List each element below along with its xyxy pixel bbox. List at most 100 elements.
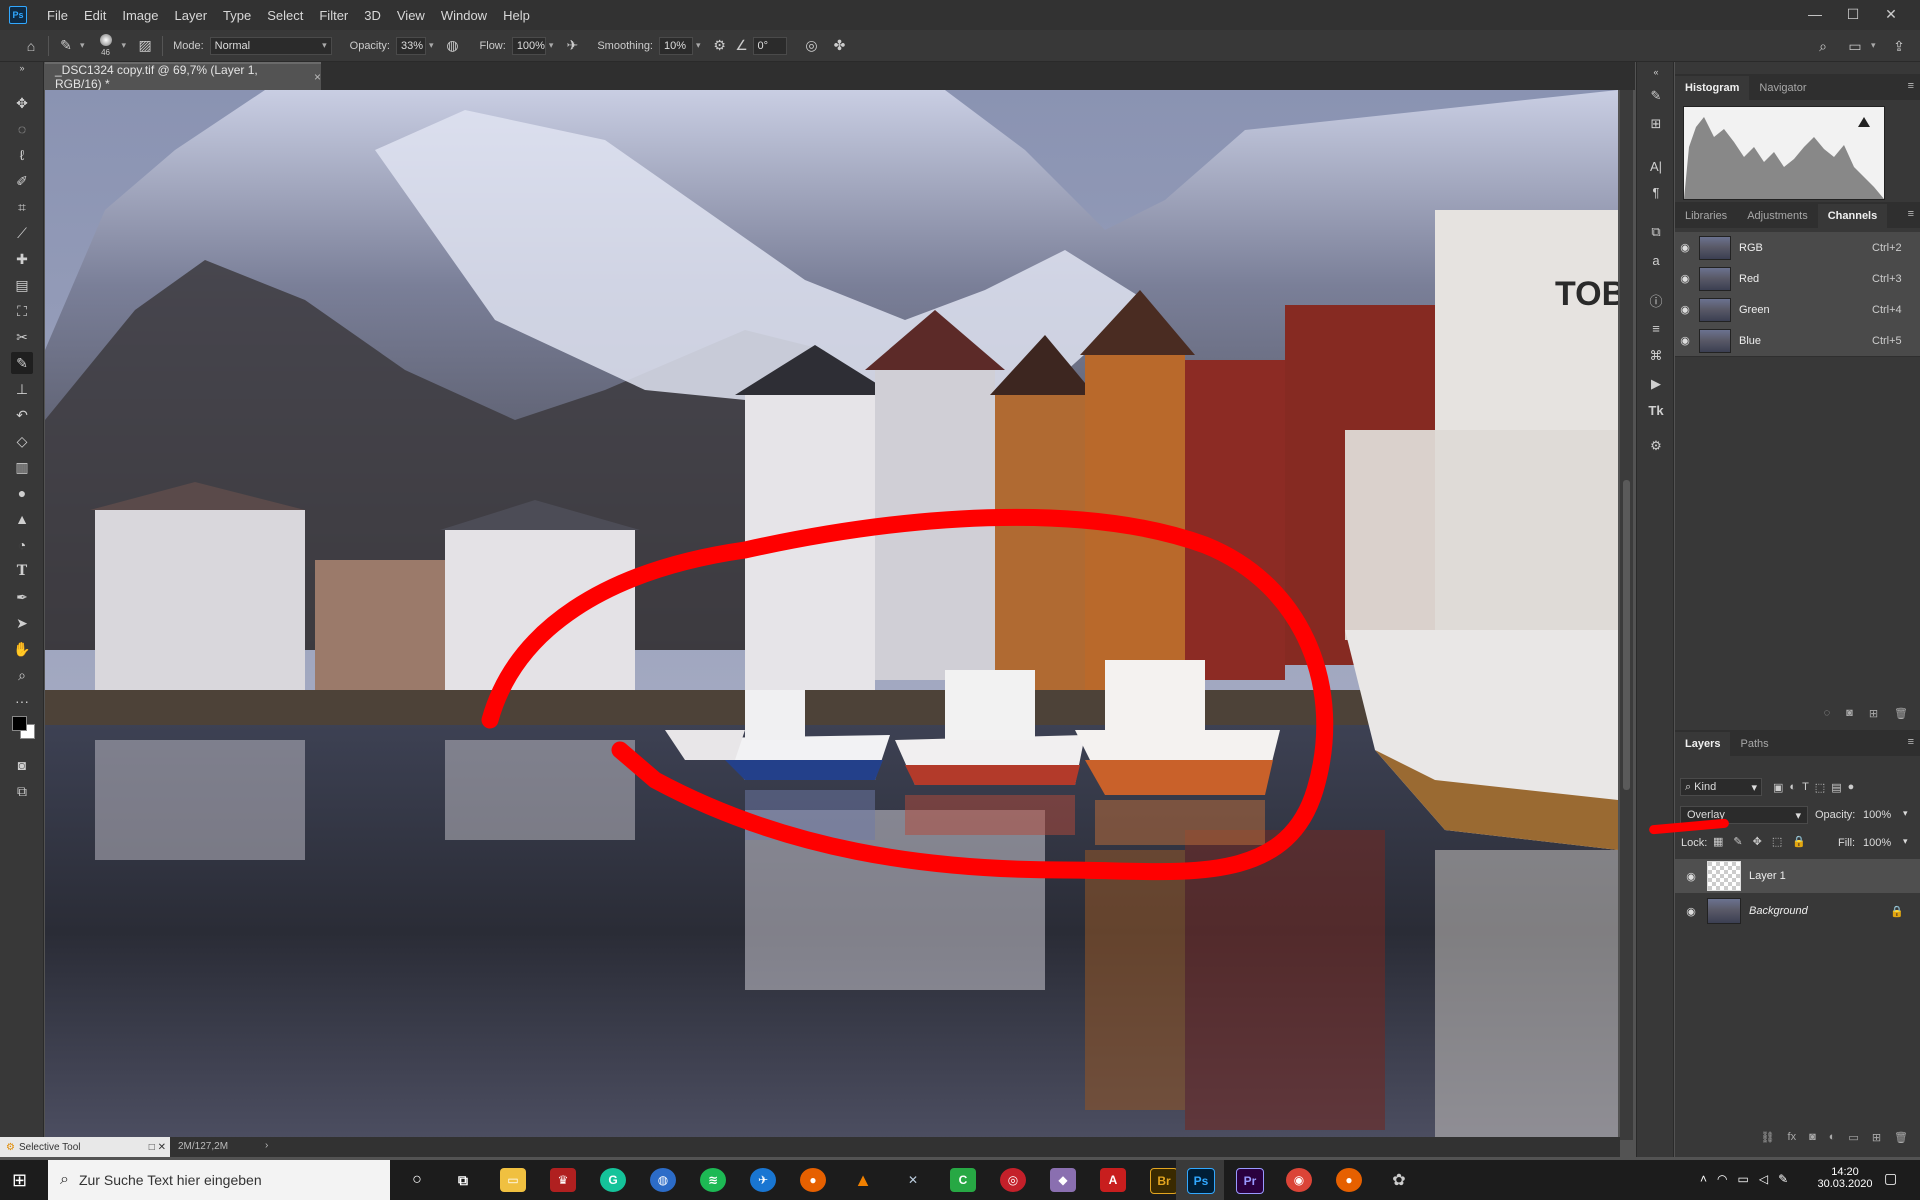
sharpen-tool-icon[interactable]: ▲ — [11, 508, 33, 530]
smoothing-input[interactable]: 10% — [659, 36, 693, 55]
panel-menu-icon[interactable]: ≡ — [1908, 80, 1914, 92]
panel-menu-icon[interactable]: ≡ — [1908, 208, 1914, 220]
lasso-tool-icon[interactable]: ℓ — [11, 144, 33, 166]
tab-adjustments[interactable]: Adjustments — [1737, 204, 1818, 228]
chevron-down-icon[interactable]: ▾ — [696, 40, 701, 51]
properties-icon[interactable]: ≡ — [1646, 318, 1666, 338]
move-tool-icon[interactable]: ✥ — [11, 92, 33, 114]
menu-type[interactable]: Type — [215, 8, 259, 23]
spot-healing-tool-icon[interactable]: ✚ — [11, 248, 33, 270]
colors-icon[interactable] — [11, 716, 35, 739]
eye-icon[interactable]: ◉ — [1675, 241, 1695, 254]
channel-row-rgb[interactable]: ◉ RGB Ctrl+2 — [1675, 232, 1920, 264]
home-icon[interactable]: ⌂ — [20, 35, 42, 57]
channel-row-green[interactable]: ◉ Green Ctrl+4 — [1675, 294, 1920, 326]
grammarly-icon[interactable]: G — [600, 1168, 626, 1192]
menu-view[interactable]: View — [389, 8, 433, 23]
brush-settings-icon[interactable]: ▨ — [134, 35, 156, 57]
eye-icon[interactable]: ◉ — [1675, 303, 1695, 316]
brush-size-picker[interactable]: 46 — [93, 32, 119, 60]
lock-artboard-icon[interactable]: ⬚ — [1772, 835, 1782, 848]
delete-layer-icon[interactable]: 🗑 — [1894, 1131, 1908, 1144]
symmetry-icon[interactable]: ✤ — [829, 35, 851, 57]
clone-stamp-tool-icon[interactable]: ⊥ — [11, 378, 33, 400]
chevron-down-icon[interactable]: ▾ — [80, 40, 85, 51]
channel-row-blue[interactable]: ◉ Blue Ctrl+5 — [1675, 325, 1920, 357]
mode-select[interactable]: Normal ▾ — [209, 36, 332, 55]
windows-start-icon[interactable]: ⊞ — [12, 1170, 34, 1192]
app-icon[interactable]: ✈ — [750, 1168, 776, 1192]
collapse-arrows-icon[interactable]: » — [11, 62, 33, 74]
menu-select[interactable]: Select — [259, 8, 311, 23]
lock-pixels-icon[interactable]: ✎ — [1733, 835, 1742, 848]
eye-icon[interactable]: ◉ — [1681, 870, 1701, 883]
crop-tool-icon[interactable]: ⌗ — [11, 196, 33, 218]
airbrush-icon[interactable]: ✈ — [561, 35, 583, 57]
tooltip-close-icon[interactable]: □ ✕ — [149, 1142, 166, 1153]
notifications-icon[interactable]: ▢ — [1884, 1170, 1906, 1192]
collapse-arrows-icon[interactable]: « — [1646, 62, 1666, 82]
pixel-filter-icon[interactable]: ▣ — [1773, 781, 1783, 794]
lock-all-icon[interactable]: 🔒 — [1792, 835, 1806, 848]
menu-image[interactable]: Image — [114, 8, 166, 23]
chevron-down-icon[interactable]: ▾ — [1903, 808, 1908, 819]
search-icon[interactable]: ⌕ — [1812, 35, 1834, 57]
red-eye-tool-icon[interactable]: ✂ — [11, 326, 33, 348]
network-icon[interactable]: ◠ — [1717, 1172, 1727, 1188]
task-view-icon[interactable]: ⧉ — [450, 1168, 476, 1192]
tab-layers[interactable]: Layers — [1675, 732, 1731, 756]
bridge-icon[interactable]: Br — [1150, 1168, 1178, 1194]
zoom-tool-icon[interactable]: ⌕ — [11, 664, 33, 686]
tab-channels[interactable]: Channels — [1817, 204, 1888, 228]
tab-navigator[interactable]: Navigator — [1749, 76, 1816, 100]
brush-preset-icon[interactable]: ✎ — [55, 35, 77, 57]
plugin-panel-icon[interactable]: ⚙ — [1646, 436, 1666, 456]
app-icon[interactable]: ✿ — [1386, 1168, 1412, 1192]
brush-panel-icon[interactable]: ✎ — [1646, 86, 1666, 106]
bandage-tool-icon[interactable]: ▤ — [11, 274, 33, 296]
gear-icon[interactable]: ⚙ — [709, 35, 731, 57]
lock-icon[interactable]: 🔒 — [1890, 905, 1904, 918]
chevron-down-icon[interactable]: ▾ — [122, 40, 127, 51]
quick-mask-icon[interactable]: ◙ — [11, 754, 33, 776]
close-icon[interactable]: ✕ — [1876, 4, 1906, 24]
firefox-icon[interactable]: ● — [1336, 1168, 1362, 1192]
tab-libraries[interactable]: Libraries — [1675, 204, 1737, 228]
marquee-tool-icon[interactable]: ◌ — [11, 118, 33, 140]
spotify-icon[interactable]: ≋ — [700, 1168, 726, 1192]
info-icon[interactable]: ⓘ — [1646, 290, 1666, 310]
menu-file[interactable]: File — [39, 8, 76, 23]
tk-plugin-icon[interactable]: Tk — [1646, 400, 1666, 420]
eye-icon[interactable]: ◉ — [1681, 905, 1701, 918]
paragraph-panel-icon[interactable]: ¶ — [1646, 182, 1666, 202]
chevron-down-icon[interactable]: ▾ — [549, 40, 554, 51]
chevron-up-icon[interactable]: ˄ — [1700, 1172, 1707, 1188]
chevron-down-icon[interactable]: ▾ — [1871, 40, 1876, 51]
menu-filter[interactable]: Filter — [311, 8, 356, 23]
layer-comps-icon[interactable]: ⧉ — [1646, 222, 1666, 242]
menu-help[interactable]: Help — [495, 8, 538, 23]
workspace-icon[interactable]: ▭ — [1844, 35, 1866, 57]
minimize-icon[interactable]: — — [1800, 4, 1830, 24]
app-icon[interactable]: ♛ — [550, 1168, 576, 1192]
volume-icon[interactable]: ◁ — [1759, 1172, 1768, 1188]
close-tab-icon[interactable]: × — [314, 70, 321, 84]
save-selection-icon[interactable]: ◙ — [1846, 707, 1853, 719]
file-explorer-icon[interactable]: ▭ — [500, 1168, 526, 1192]
gradient-tool-icon[interactable]: ▥ — [11, 456, 33, 478]
share-icon[interactable]: ⇪ — [1888, 35, 1910, 57]
eyedropper-tool-icon[interactable]: ⟋ — [11, 222, 33, 244]
tab-histogram[interactable]: Histogram — [1675, 76, 1750, 100]
vlc-icon[interactable]: ▲ — [850, 1168, 876, 1192]
app-icon[interactable]: ✕ — [900, 1168, 926, 1192]
add-mask-icon[interactable]: ◙ — [1809, 1131, 1816, 1143]
document-canvas[interactable]: TOBIASE — [45, 90, 1618, 1140]
eye-icon[interactable]: ◉ — [1675, 334, 1695, 347]
new-channel-icon[interactable]: ⊞ — [1869, 707, 1878, 720]
layer-row-background[interactable]: ◉ Background 🔒 — [1675, 894, 1920, 928]
vertical-scrollbar[interactable] — [1620, 90, 1633, 1140]
tab-paths[interactable]: Paths — [1730, 732, 1778, 756]
eye-icon[interactable]: ◉ — [1675, 272, 1695, 285]
status-menu-chevron-icon[interactable]: › — [265, 1140, 268, 1151]
photoshop-taskbar-icon[interactable]: Ps — [1187, 1168, 1215, 1194]
